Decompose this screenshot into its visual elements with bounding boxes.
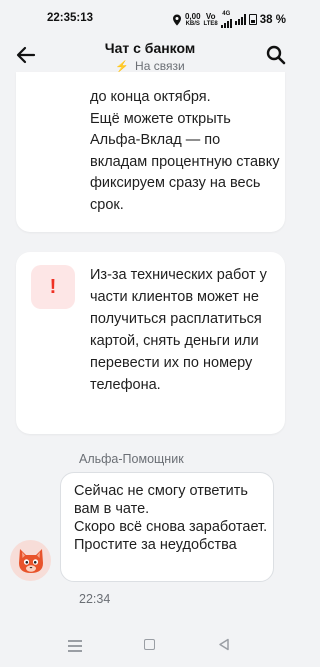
home-icon[interactable] (144, 639, 155, 650)
connection-status-label: На связи (135, 59, 185, 73)
status-bar: 22:35:13 0,00 KB/S Vo LTE8 4G 38 % (0, 0, 300, 34)
net-speed-unit: KB/S (185, 20, 200, 27)
message-time: 22:34 (79, 592, 111, 606)
battery-icon (248, 14, 257, 25)
volte-top: Vo (205, 11, 216, 21)
network-type: 4G (220, 11, 232, 28)
chat-title: Чат с банком (104, 40, 196, 56)
assistant-message-bubble: Сейчас не смогу ответить вам в чате. Ско… (60, 472, 274, 582)
status-icons: 0,00 KB/S Vo LTE8 4G 38 % (172, 11, 286, 28)
signal-icon-2 (234, 14, 246, 25)
warning-icon: ! (31, 265, 75, 309)
cat-avatar-icon (18, 548, 43, 573)
location-icon (172, 14, 181, 25)
search-button[interactable] (262, 41, 290, 69)
connection-status: ⚡ На связи (0, 59, 300, 73)
status-time: 22:35:13 (47, 12, 94, 24)
system-nav-bar (0, 630, 300, 667)
warning-message-text: Из-за технических работ у части клиентов… (90, 267, 267, 393)
battery-level: 38 % (259, 13, 286, 26)
back-triangle-icon[interactable] (218, 638, 230, 651)
avatar (10, 540, 51, 581)
net-speed-value: 0,00 (184, 11, 201, 21)
warning-message-card: ! Из-за технических работ у части клиент… (16, 252, 285, 434)
recent-apps-icon[interactable] (68, 640, 82, 655)
sender-name: Альфа-Помощник (79, 452, 184, 466)
volte-bottom: LTE8 (203, 20, 218, 27)
net-speed: 0,00 KB/S (184, 11, 201, 27)
message-text: до конца октября. Ещё можете открыть Аль… (90, 89, 280, 213)
volte-indicator: Vo LTE8 (203, 11, 218, 27)
search-icon (266, 45, 286, 65)
signal-icon-1 (220, 17, 232, 28)
message-card: до конца октября. Ещё можете открыть Аль… (16, 72, 285, 232)
assistant-message-text: Сейчас не смогу ответить вам в чате. Ско… (74, 483, 268, 553)
